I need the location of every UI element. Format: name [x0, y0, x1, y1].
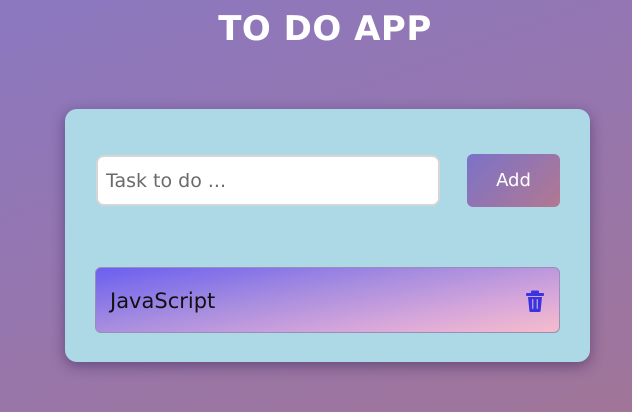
add-button[interactable]: Add — [467, 154, 560, 207]
todo-card: Add JavaScript — [65, 109, 590, 362]
task-input[interactable] — [96, 155, 440, 206]
app-title: TO DO APP — [218, 9, 432, 49]
todo-item: JavaScript — [95, 267, 560, 333]
todo-item-text: JavaScript — [110, 289, 216, 313]
trash-icon[interactable] — [525, 290, 545, 312]
